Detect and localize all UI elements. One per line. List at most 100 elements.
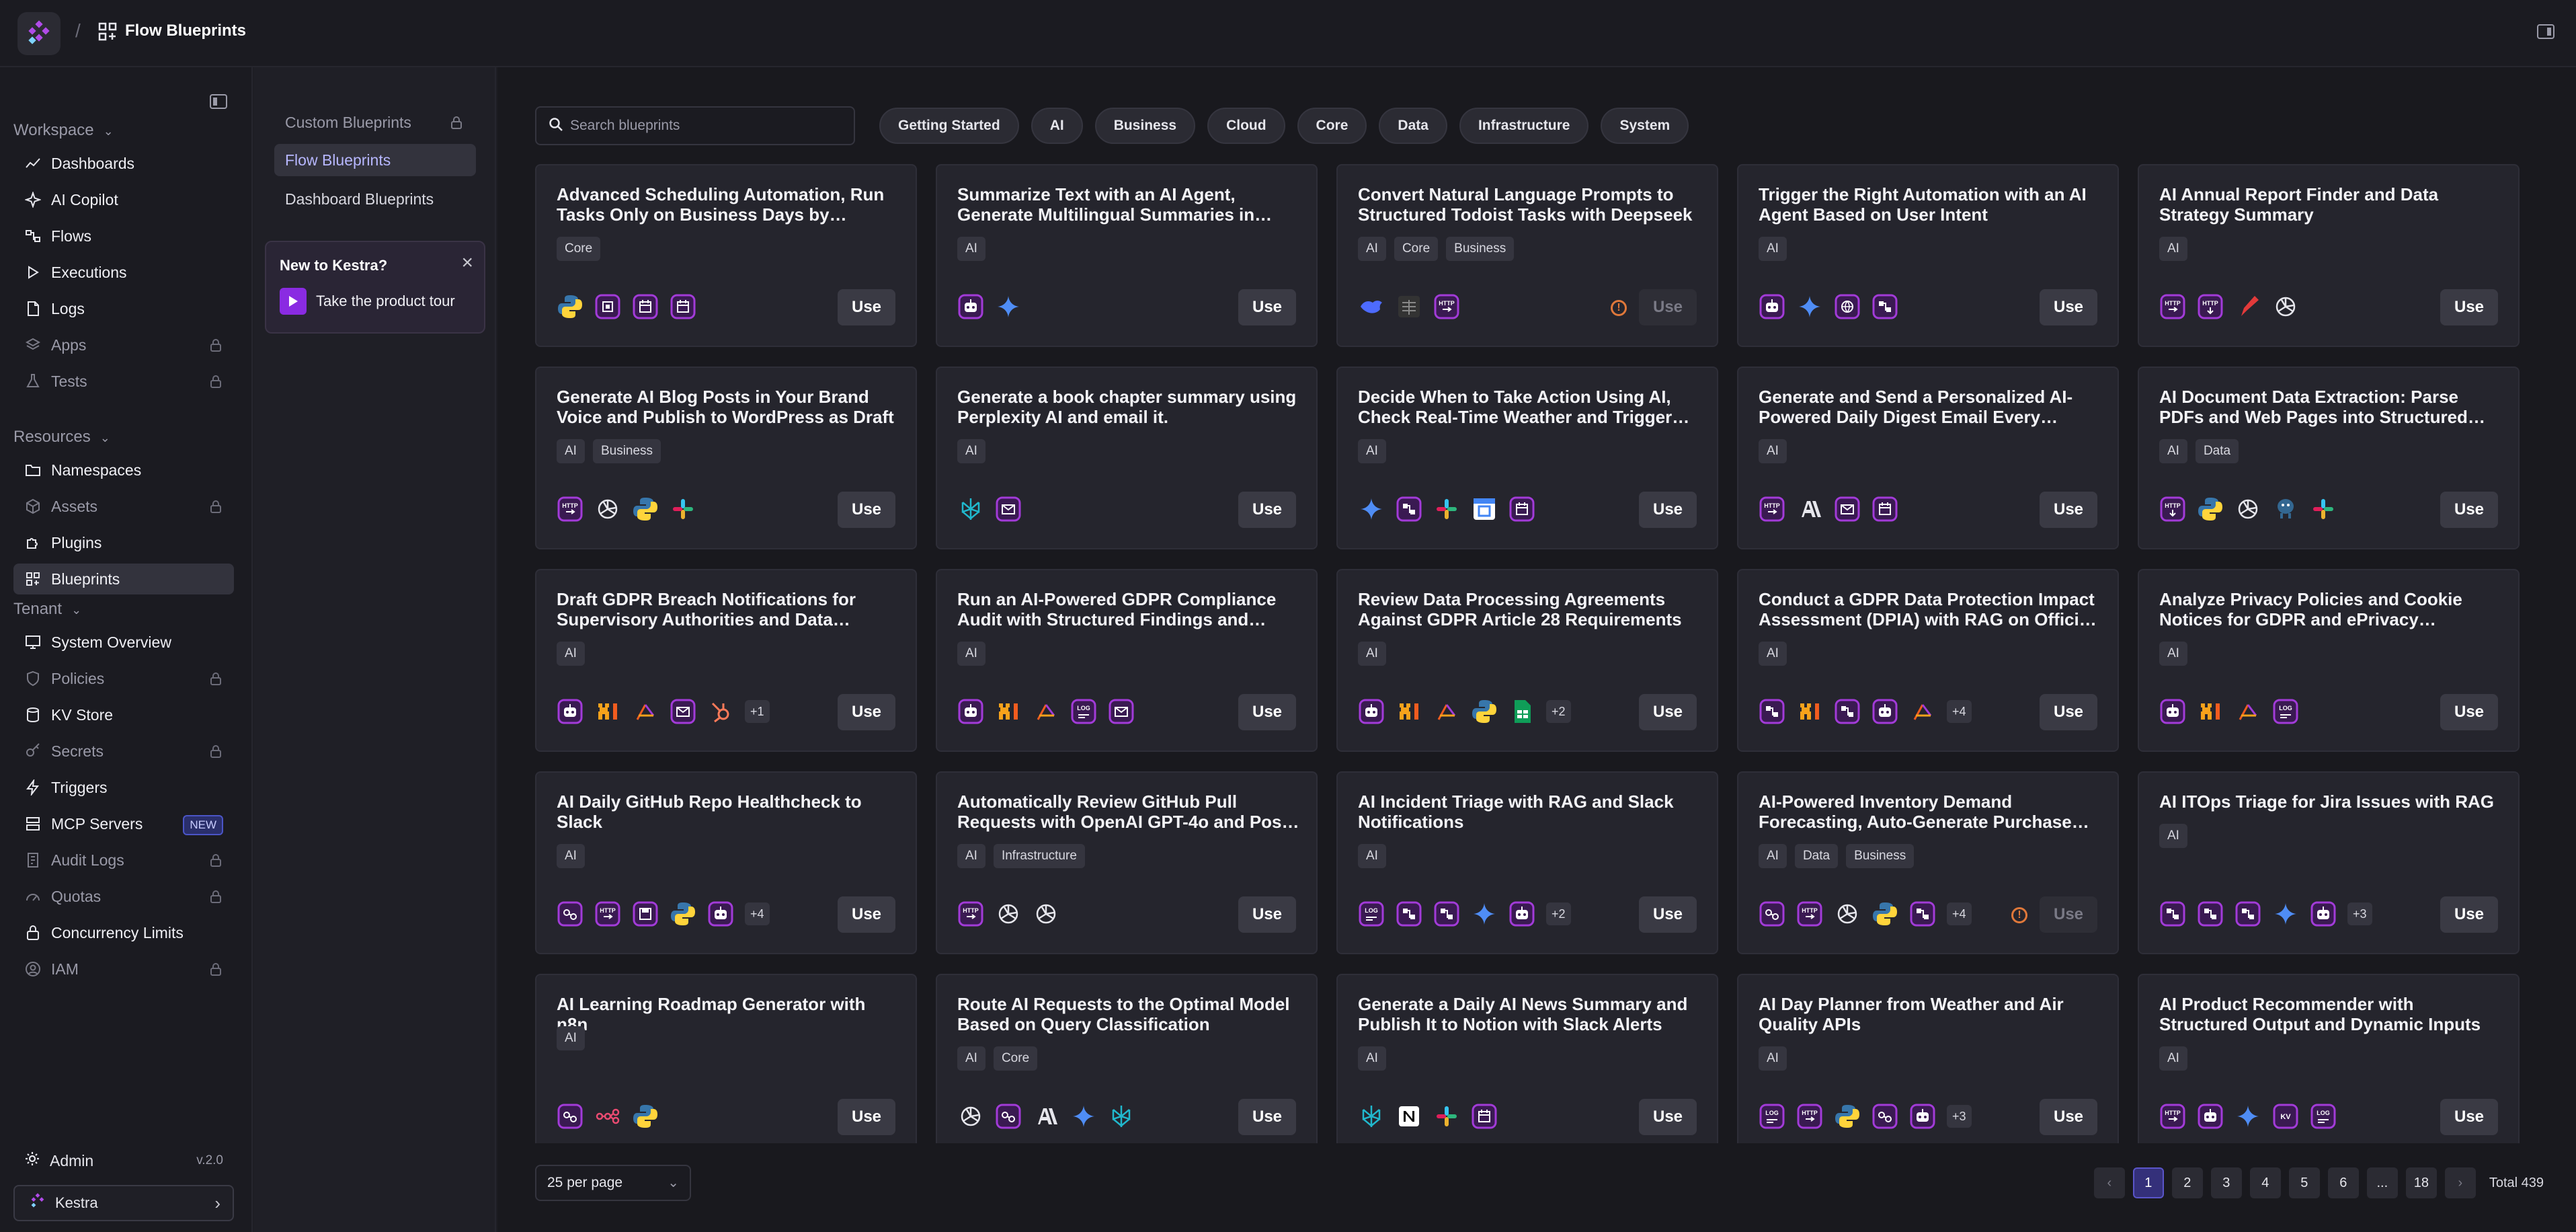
use-blueprint-button[interactable]: Use <box>1639 1099 1697 1135</box>
sidebar-item-ai-copilot[interactable]: AI Copilot <box>13 184 234 215</box>
blueprint-card[interactable]: AI Document Data Extraction: Parse PDFs … <box>2138 367 2520 549</box>
use-blueprint-button[interactable]: Use <box>1639 492 1697 528</box>
blueprint-card[interactable]: Run an AI-Powered GDPR Compliance Audit … <box>936 569 1318 752</box>
filter-chip-ai[interactable]: AI <box>1031 108 1083 144</box>
use-blueprint-button[interactable]: Use <box>1639 694 1697 730</box>
search-input[interactable] <box>570 118 826 134</box>
page-ellipsis[interactable]: ... <box>2366 1167 2398 1198</box>
sidebar-item-concurrency-limits[interactable]: Concurrency Limits <box>13 917 234 948</box>
sidebar-item-secrets[interactable]: Secrets <box>13 736 234 767</box>
sidebar-item-flows[interactable]: Flows <box>13 221 234 252</box>
use-blueprint-button[interactable]: Use <box>838 694 895 730</box>
use-blueprint-button[interactable]: Use <box>1238 1099 1296 1135</box>
use-blueprint-button[interactable]: Use <box>1238 289 1296 325</box>
sidebar-item-triggers[interactable]: Triggers <box>13 772 234 803</box>
sidebar-item-namespaces[interactable]: Namespaces <box>13 455 234 486</box>
blueprint-card[interactable]: AI-Powered Inventory Demand Forecasting,… <box>1737 771 2119 954</box>
blueprint-card[interactable]: Decide When to Take Action Using AI, Che… <box>1336 367 1718 549</box>
use-blueprint-button[interactable]: Use <box>838 1099 895 1135</box>
use-blueprint-button[interactable]: Use <box>2440 896 2498 933</box>
filter-chip-getting-started[interactable]: Getting Started <box>879 108 1019 144</box>
use-blueprint-button[interactable]: Use <box>2040 492 2097 528</box>
blueprint-card[interactable]: Draft GDPR Breach Notifications for Supe… <box>535 569 917 752</box>
prev-page-button[interactable]: ‹ <box>2093 1167 2125 1198</box>
filter-chip-infrastructure[interactable]: Infrastructure <box>1459 108 1589 144</box>
use-blueprint-button[interactable]: Use <box>2440 1099 2498 1135</box>
kestra-logo[interactable] <box>17 12 61 55</box>
filter-chip-cloud[interactable]: Cloud <box>1207 108 1285 144</box>
blueprint-card[interactable]: Trigger the Right Automation with an AI … <box>1737 164 2119 347</box>
blueprint-card[interactable]: Generate and Send a Personalized AI-Powe… <box>1737 367 2119 549</box>
blueprint-card[interactable]: AI Incident Triage with RAG and Slack No… <box>1336 771 1718 954</box>
page-button[interactable]: 18 <box>2405 1167 2437 1198</box>
product-tour-button[interactable]: Take the product tour <box>280 288 455 315</box>
use-blueprint-button[interactable]: Use <box>2040 289 2097 325</box>
sidebar-section-tenant[interactable]: Tenant ⌄ <box>13 600 81 619</box>
use-blueprint-button[interactable]: Use <box>1238 694 1296 730</box>
sidebar-item-tests[interactable]: Tests <box>13 366 234 397</box>
blueprint-card[interactable]: Analyze Privacy Policies and Cookie Noti… <box>2138 569 2520 752</box>
sidebar-item-assets[interactable]: Assets <box>13 491 234 522</box>
blueprint-card[interactable]: Route AI Requests to the Optimal Model B… <box>936 974 1318 1143</box>
blueprint-card[interactable]: Generate a book chapter summary using Pe… <box>936 367 1318 549</box>
filter-chip-system[interactable]: System <box>1601 108 1689 144</box>
sidebar-section-resources[interactable]: Resources ⌄ <box>13 428 110 447</box>
page-button[interactable]: 2 <box>2171 1167 2203 1198</box>
subnav-dashboard-blueprints[interactable]: Dashboard Blueprints <box>274 183 476 215</box>
subnav-flow-blueprints[interactable]: Flow Blueprints <box>274 144 476 176</box>
blueprint-card[interactable]: AI Product Recommender with Structured O… <box>2138 974 2520 1143</box>
use-blueprint-button[interactable]: Use <box>2440 694 2498 730</box>
blueprint-card[interactable]: AI Learning Roadmap Generator with n8n A… <box>535 974 917 1143</box>
use-blueprint-button[interactable]: Use <box>2040 1099 2097 1135</box>
tenant-switcher[interactable]: Kestra › <box>13 1185 234 1221</box>
blueprint-card[interactable]: Generate AI Blog Posts in Your Brand Voi… <box>535 367 917 549</box>
blueprint-card[interactable]: Convert Natural Language Prompts to Stru… <box>1336 164 1718 347</box>
use-blueprint-button[interactable]: Use <box>2040 896 2097 933</box>
filter-chip-business[interactable]: Business <box>1094 108 1196 144</box>
per-page-select[interactable]: 25 per page ⌄ <box>535 1165 691 1201</box>
use-blueprint-button[interactable]: Use <box>1238 896 1296 933</box>
search-box[interactable] <box>535 106 855 145</box>
sidebar-item-plugins[interactable]: Plugins <box>13 527 234 558</box>
blueprint-card[interactable]: AI ITOps Triage for Jira Issues with RAG… <box>2138 771 2520 954</box>
filter-chip-core[interactable]: Core <box>1297 108 1367 144</box>
sidebar-item-kv-store[interactable]: KV Store <box>13 699 234 730</box>
sidebar-item-system-overview[interactable]: System Overview <box>13 627 234 658</box>
use-blueprint-button[interactable]: Use <box>2040 694 2097 730</box>
use-blueprint-button[interactable]: Use <box>2440 289 2498 325</box>
subnav-custom-blueprints[interactable]: Custom Blueprints <box>274 106 476 139</box>
sidebar-item-policies[interactable]: Policies <box>13 663 234 694</box>
admin-link[interactable]: Admin v.2.0 <box>13 1147 234 1174</box>
use-blueprint-button[interactable]: Use <box>838 492 895 528</box>
sidebar-collapse-icon[interactable] <box>210 94 227 109</box>
use-blueprint-button[interactable]: Use <box>1238 492 1296 528</box>
use-blueprint-button[interactable]: Use <box>838 289 895 325</box>
sidebar-item-executions[interactable]: Executions <box>13 257 234 288</box>
sidebar-item-logs[interactable]: Logs <box>13 293 234 324</box>
sidebar-section-workspace[interactable]: Workspace ⌄ <box>13 121 114 140</box>
use-blueprint-button[interactable]: Use <box>1639 896 1697 933</box>
blueprint-card[interactable]: Conduct a GDPR Data Protection Impact As… <box>1737 569 2119 752</box>
sidebar-item-audit-logs[interactable]: Audit Logs <box>13 845 234 876</box>
blueprint-card[interactable]: Advanced Scheduling Automation, Run Task… <box>535 164 917 347</box>
filter-chip-data[interactable]: Data <box>1379 108 1447 144</box>
page-button[interactable]: 1 <box>2132 1167 2164 1198</box>
page-button[interactable]: 5 <box>2288 1167 2320 1198</box>
sidebar-item-mcp-servers[interactable]: MCP Servers NEW <box>13 808 234 839</box>
use-blueprint-button[interactable]: Use <box>838 896 895 933</box>
page-button[interactable]: 3 <box>2210 1167 2242 1198</box>
blueprint-card[interactable]: Review Data Processing Agreements Agains… <box>1336 569 1718 752</box>
blueprint-card[interactable]: Summarize Text with an AI Agent, Generat… <box>936 164 1318 347</box>
next-page-button[interactable]: › <box>2444 1167 2476 1198</box>
close-icon[interactable]: × <box>461 252 473 274</box>
sidebar-item-blueprints[interactable]: Blueprints <box>13 564 234 594</box>
page-button[interactable]: 6 <box>2327 1167 2359 1198</box>
blueprint-card[interactable]: AI Day Planner from Weather and Air Qual… <box>1737 974 2119 1143</box>
sidebar-item-dashboards[interactable]: Dashboards <box>13 148 234 179</box>
sidebar-item-quotas[interactable]: Quotas <box>13 881 234 912</box>
use-blueprint-button[interactable]: Use <box>1639 289 1697 325</box>
page-button[interactable]: 4 <box>2249 1167 2281 1198</box>
blueprint-card[interactable]: Generate a Daily AI News Summary and Pub… <box>1336 974 1718 1143</box>
blueprint-card[interactable]: AI Annual Report Finder and Data Strateg… <box>2138 164 2520 347</box>
right-panel-toggle-icon[interactable] <box>2537 24 2554 39</box>
